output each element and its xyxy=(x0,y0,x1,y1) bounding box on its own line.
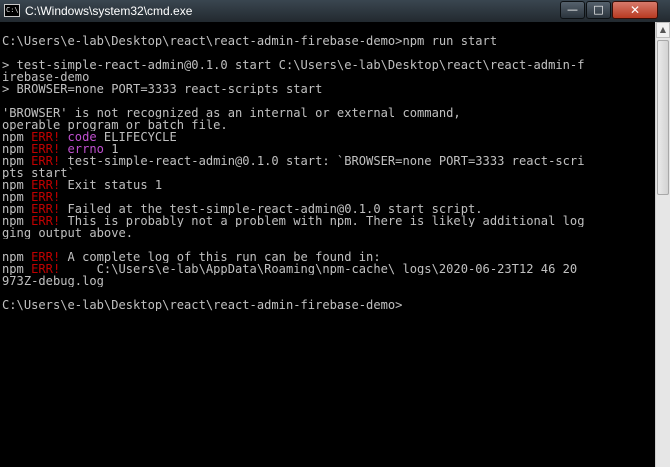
console-text: npm xyxy=(2,179,32,191)
console-text: npm xyxy=(2,131,32,143)
console-line: 'BROWSER' is not recognized as an intern… xyxy=(2,107,655,119)
console-line: > test-simple-react-admin@0.1.0 start C:… xyxy=(2,59,655,71)
console-text: irebase-demo xyxy=(2,71,90,83)
console-line: pts start` xyxy=(2,167,655,179)
close-button[interactable]: ✕ xyxy=(612,1,658,19)
vertical-scrollbar[interactable]: ▲ xyxy=(655,22,670,467)
console-line: npm ERR! This is probably not a problem … xyxy=(2,215,655,227)
console-text: This is probably not a problem with npm.… xyxy=(60,215,585,227)
console-text: C:\Users\e-lab\AppData\Roaming\npm-cache… xyxy=(60,263,585,275)
console-text: test-simple-react-admin@0.1.0 start: `BR… xyxy=(60,155,585,167)
err-keyword: errno xyxy=(67,143,104,155)
title-bar[interactable]: C:\ C:\Windows\system32\cmd.exe — □ ✕ xyxy=(0,0,670,23)
console-text: npm xyxy=(2,143,32,155)
err-keyword: code xyxy=(67,131,97,143)
console-text: npm xyxy=(2,251,32,263)
console-text: ELIFECYCLE xyxy=(96,131,177,143)
console-line: npm ERR! A complete log of this run can … xyxy=(2,251,655,263)
console-text: operable program or batch file. xyxy=(2,119,228,131)
console-line: C:\Users\e-lab\Desktop\react\react-admin… xyxy=(2,35,655,47)
console-line: npm ERR! Failed at the test-simple-react… xyxy=(2,203,655,215)
cmd-app-icon[interactable]: C:\ xyxy=(4,4,20,17)
console-line: C:\Users\e-lab\Desktop\react\react-admin… xyxy=(2,299,655,311)
console-text: npm xyxy=(2,203,32,215)
console-line: npm ERR! xyxy=(2,191,655,203)
err-tag: ERR! xyxy=(31,191,61,203)
console-text: pts start` xyxy=(2,167,75,179)
err-tag: ERR! xyxy=(31,251,61,263)
window-title: C:\Windows\system32\cmd.exe xyxy=(25,4,193,18)
err-tag: ERR! xyxy=(31,143,61,155)
console-line: npm ERR! code ELIFECYCLE xyxy=(2,131,655,143)
err-tag: ERR! xyxy=(31,131,61,143)
err-tag: ERR! xyxy=(31,155,61,167)
console-text: A complete log of this run can be found … xyxy=(60,251,381,263)
console-text: C:\Users\e-lab\Desktop\react\react-admin… xyxy=(2,299,403,311)
console-text: > BROWSER=none PORT=3333 react-scripts s… xyxy=(2,83,323,95)
console-line: ging output above. xyxy=(2,227,655,239)
console-text: 1 xyxy=(103,143,119,155)
err-tag: ERR! xyxy=(31,203,61,215)
console-text: npm xyxy=(2,155,32,167)
console-text: 'BROWSER' is not recognized as an intern… xyxy=(2,107,461,119)
err-tag: ERR! xyxy=(31,215,61,227)
console-line: > BROWSER=none PORT=3333 react-scripts s… xyxy=(2,83,655,95)
console-text: npm xyxy=(2,191,32,203)
err-tag: ERR! xyxy=(31,263,61,275)
console-line: npm ERR! errno 1 xyxy=(2,143,655,155)
maximize-button[interactable]: □ xyxy=(586,1,611,19)
console-text: 973Z-debug.log xyxy=(2,275,104,287)
console-text: npm xyxy=(2,263,32,275)
console-line: npm ERR! test-simple-react-admin@0.1.0 s… xyxy=(2,155,655,167)
cmd-window: C:\ C:\Windows\system32\cmd.exe — □ ✕ C:… xyxy=(0,0,670,467)
console-text: npm xyxy=(2,215,32,227)
console-line: irebase-demo xyxy=(2,71,655,83)
console-line: 973Z-debug.log xyxy=(2,275,655,287)
console-line: npm ERR! C:\Users\e-lab\AppData\Roaming\… xyxy=(2,263,655,275)
console-text: > test-simple-react-admin@0.1.0 start C:… xyxy=(2,59,585,71)
console-output[interactable]: C:\Users\e-lab\Desktop\react\react-admin… xyxy=(0,22,655,467)
minimize-button[interactable]: — xyxy=(560,1,585,19)
console-text: ging output above. xyxy=(2,227,134,239)
err-tag: ERR! xyxy=(31,179,61,191)
scroll-up-arrow-icon[interactable]: ▲ xyxy=(656,22,670,38)
console-text: Failed at the test-simple-react-admin@0.… xyxy=(60,203,483,215)
console-text: Exit status 1 xyxy=(60,179,163,191)
console-line: operable program or batch file. xyxy=(2,119,655,131)
console-line: npm ERR! Exit status 1 xyxy=(2,179,655,191)
console-text: C:\Users\e-lab\Desktop\react\react-admin… xyxy=(2,35,498,47)
scrollbar-thumb[interactable] xyxy=(657,40,669,195)
